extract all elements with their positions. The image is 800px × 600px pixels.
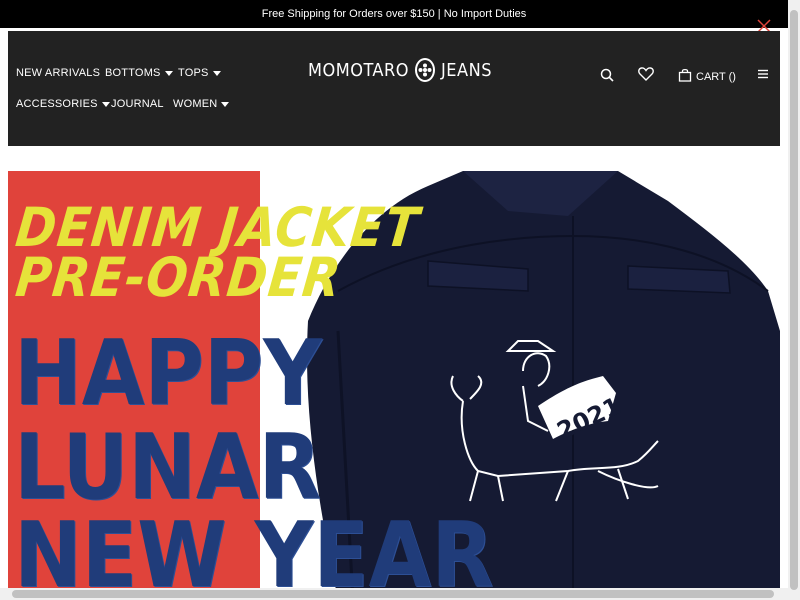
search-icon[interactable] [598,66,616,84]
nav-label: ACCESSORIES [16,98,98,110]
caret-down-icon [101,101,110,107]
announcement-text: Free Shipping for Orders over $150 | No … [261,8,527,20]
nav-bottoms[interactable]: BOTTOMS [105,67,173,79]
hero-title-lunar: LUNAR [14,415,321,520]
caret-down-icon [212,70,221,76]
heart-icon[interactable] [636,65,656,83]
cart-button[interactable]: CART () [678,68,736,85]
nav-new-arrivals[interactable]: NEW ARRIVALS [16,67,100,79]
cart-icon [678,68,692,85]
hero-title-happy: HAPPY [14,321,322,426]
peach-crest-icon [415,58,435,82]
nav-tops[interactable]: TOPS [178,67,221,79]
logo-text-left: MOMOTARO [308,59,409,81]
nav-label: BOTTOMS [105,67,161,79]
nav-label: JOURNAL [111,98,164,110]
nav-accessories[interactable]: ACCESSORIES [16,98,110,110]
cart-label: CART () [696,70,736,83]
nav-label: NEW ARRIVALS [16,67,101,79]
caret-down-icon [221,101,230,107]
nav-label: TOPS [178,67,209,79]
site-header: NEW ARRIVALS BOTTOMS TOPS ACCESSORIES JO… [8,31,780,146]
vertical-scrollbar-thumb[interactable] [790,10,798,590]
hero-title-new-year: NEW YEAR [14,503,494,600]
logo-text-right: JEANS [441,59,492,81]
caret-down-icon [164,70,173,76]
hero-banner[interactable]: 2021 DENIM JACKET PRE-ORDER HAPPY LUNAR … [8,171,780,600]
nav-label: WOMEN [173,98,218,110]
horizontal-scrollbar-thumb[interactable] [12,590,774,598]
nav-journal[interactable]: JOURNAL [111,98,164,110]
announcement-bar: Free Shipping for Orders over $150 | No … [0,0,788,28]
site-logo[interactable]: MOMOTARO JEANS [308,55,491,85]
nav-women[interactable]: WOMEN [173,98,230,110]
menu-icon[interactable] [756,67,770,81]
hero-headline-line2: PRE-ORDER [12,246,345,309]
